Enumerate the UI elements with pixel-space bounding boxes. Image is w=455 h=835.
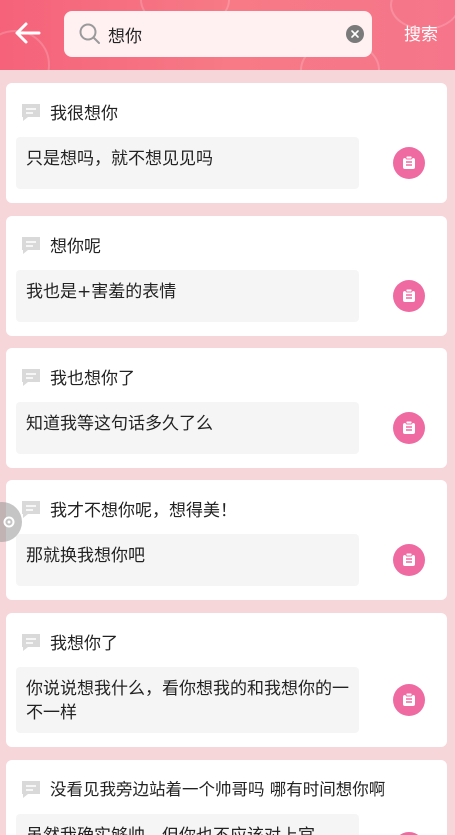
result-card: 我想你了 你说说想我什么，看你想我的和我想你的一不一样 — [6, 613, 447, 747]
header-bar: 搜索 — [0, 0, 455, 70]
copy-button[interactable] — [393, 147, 425, 179]
search-icon — [79, 23, 100, 44]
settings-icon — [3, 516, 15, 528]
back-button[interactable] — [10, 16, 44, 50]
chat-bubble-icon — [22, 781, 40, 798]
result-card: 没看见我旁边站着一个帅哥吗 哪有时间想你啊 虽然我确实够帅，但你也不应该对上官 — [6, 760, 447, 835]
result-card: 我很想你 只是想吗，就不想见见吗 — [6, 83, 447, 203]
result-answer: 虽然我确实够帅，但你也不应该对上官 — [16, 814, 359, 835]
search-input[interactable] — [108, 19, 328, 49]
result-question: 我也想你了 — [50, 369, 135, 389]
clear-search-button[interactable] — [346, 25, 364, 43]
copy-button[interactable] — [393, 412, 425, 444]
result-card: 我也想你了 知道我等这句话多久了么 — [6, 348, 447, 468]
chat-bubble-icon — [22, 501, 40, 518]
result-card: 想你呢 我也是+害羞的表情 — [6, 216, 447, 336]
result-answer: 知道我等这句话多久了么 — [16, 402, 359, 454]
result-answer: 你说说想我什么，看你想我的和我想你的一不一样 — [16, 667, 359, 733]
result-question: 我想你了 — [50, 634, 118, 654]
copy-icon — [403, 288, 415, 302]
chat-bubble-icon — [22, 237, 40, 254]
search-box[interactable] — [64, 11, 372, 57]
copy-icon — [403, 420, 415, 434]
chat-bubble-icon — [22, 369, 40, 386]
result-answer: 只是想吗，就不想见见吗 — [16, 137, 359, 189]
copy-icon — [403, 552, 415, 566]
copy-icon — [403, 692, 415, 706]
copy-button[interactable] — [393, 544, 425, 576]
result-question: 我很想你 — [50, 104, 118, 124]
result-question: 没看见我旁边站着一个帅哥吗 哪有时间想你啊 — [50, 780, 386, 799]
copy-button[interactable] — [393, 280, 425, 312]
chat-bubble-icon — [22, 634, 40, 651]
close-icon — [351, 30, 359, 38]
result-answer: 那就换我想你吧 — [16, 534, 359, 586]
result-question: 想你呢 — [50, 237, 101, 257]
result-answer: 我也是+害羞的表情 — [16, 270, 359, 322]
result-card: 我才不想你呢，想得美！ 那就换我想你吧 — [6, 480, 447, 600]
result-question: 我才不想你呢，想得美！ — [50, 501, 237, 521]
arrow-left-icon — [15, 22, 41, 44]
copy-button[interactable] — [393, 684, 425, 716]
search-button[interactable]: 搜索 — [404, 20, 438, 45]
copy-icon — [403, 155, 415, 169]
chat-bubble-icon — [22, 104, 40, 121]
